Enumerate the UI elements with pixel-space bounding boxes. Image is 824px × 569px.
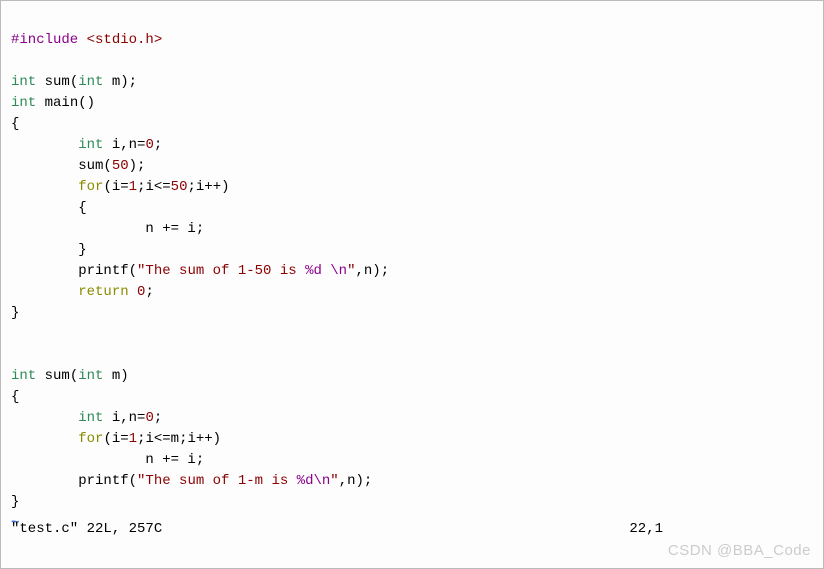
code-line: return 0; xyxy=(11,284,154,300)
code-line: int i,n=0; xyxy=(11,410,162,426)
code-line: { xyxy=(11,389,19,405)
code-line: int i,n=0; xyxy=(11,137,162,153)
code-line: n += i; xyxy=(11,221,204,237)
code-line: } xyxy=(11,494,19,510)
vim-status-line: "test.c" 22L, 257C 22,1 xyxy=(11,519,813,540)
code-line: int main() xyxy=(11,95,95,111)
code-line: { xyxy=(11,116,19,132)
code-editor[interactable]: #include <stdio.h> int sum(int m); int m… xyxy=(11,9,813,534)
code-line: printf("The sum of 1-50 is %d \n",n); xyxy=(11,263,389,279)
code-line: n += i; xyxy=(11,452,204,468)
preprocessor-directive: #include xyxy=(11,32,87,48)
include-header: <stdio.h> xyxy=(87,32,163,48)
watermark-text: CSDN @BBA_Code xyxy=(668,540,811,563)
code-line: } xyxy=(11,305,19,321)
code-line: } xyxy=(11,242,87,258)
code-line: printf("The sum of 1-m is %d\n",n); xyxy=(11,473,372,489)
code-line: #include <stdio.h> xyxy=(11,32,162,48)
file-info: "test.c" 22L, 257C xyxy=(11,519,629,540)
code-line: sum(50); xyxy=(11,158,145,174)
code-line: for(i=1;i<=50;i++) xyxy=(11,179,230,195)
code-line: int sum(int m); xyxy=(11,74,137,90)
code-line: int sum(int m) xyxy=(11,368,129,384)
code-line: { xyxy=(11,200,87,216)
cursor-position: 22,1 xyxy=(629,519,663,540)
code-line: for(i=1;i<=m;i++) xyxy=(11,431,221,447)
